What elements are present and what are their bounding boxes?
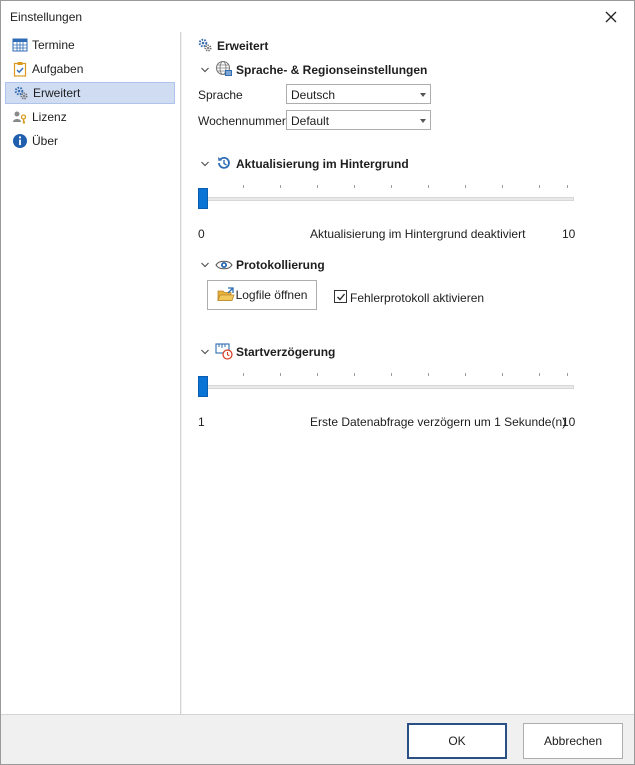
cancel-button[interactable]: Abbrechen <box>523 723 623 759</box>
dialog-footer: OK Abbrechen <box>1 714 634 764</box>
sidebar-item-label: Lizenz <box>32 110 67 124</box>
sidebar-item-label: Termine <box>32 38 75 52</box>
open-logfile-button[interactable]: Logfile öffnen <box>207 280 317 310</box>
section-title-language: Sprache- & Regionseinstellungen <box>236 63 428 77</box>
slider-tick <box>567 373 568 376</box>
slider-min-label: 1 <box>198 415 205 429</box>
slider-tick <box>243 185 244 188</box>
open-logfile-label: Logfile öffnen <box>235 288 308 302</box>
dropdown-arrow-icon <box>420 93 426 97</box>
sprache-dropdown[interactable]: Deutsch <box>286 84 431 104</box>
sprache-label: Sprache <box>198 88 243 102</box>
gears-icon <box>198 38 212 52</box>
calendar-grid-icon <box>12 38 28 52</box>
chevron-down-icon[interactable] <box>200 347 210 357</box>
slider-tick <box>391 373 392 376</box>
info-icon <box>13 134 27 148</box>
section-title-startup: Startverzögerung <box>236 345 336 359</box>
sidebar-item-label: Aufgaben <box>32 62 84 76</box>
sidebar-item-aufgaben[interactable]: Aufgaben <box>5 58 175 80</box>
startup-delay-slider[interactable] <box>198 370 574 400</box>
settings-content: Erweitert Sprache- & Regionseinstellunge… <box>182 32 634 714</box>
page-title: Erweitert <box>217 39 269 53</box>
sidebar-item-termine[interactable]: Termine <box>5 34 175 56</box>
slider-tick <box>354 373 355 376</box>
slider-tick <box>428 373 429 376</box>
close-button[interactable] <box>588 1 634 32</box>
slider-tick <box>465 185 466 188</box>
clipboard-check-icon <box>13 62 27 77</box>
slider-tick <box>317 373 318 376</box>
slider-tick <box>539 185 540 188</box>
history-refresh-icon <box>218 156 230 169</box>
slider-tick <box>428 185 429 188</box>
slider-tick <box>502 373 503 376</box>
sidebar-item-label: Erweitert <box>33 86 81 100</box>
close-icon <box>605 11 617 22</box>
ok-button[interactable]: OK <box>407 723 507 759</box>
slider-tick <box>280 185 281 188</box>
slider-tick <box>539 373 540 376</box>
slider-max-label: 10 <box>562 227 576 241</box>
slider-track <box>198 385 574 389</box>
wochennummer-label: Wochennummer <box>198 114 286 128</box>
wochennummer-value: Default <box>291 114 330 128</box>
section-title-background: Aktualisierung im Hintergrund <box>236 157 409 171</box>
settings-window: Einstellungen Termine Aufgaben Erweitert… <box>0 0 635 765</box>
error-log-label[interactable]: Fehlerprotokoll aktivieren <box>350 291 484 305</box>
timer-ruler-icon <box>215 343 233 360</box>
slider-track <box>198 197 574 201</box>
slider-tick <box>354 185 355 188</box>
startup-status-text: Erste Datenabfrage verzögern um 1 Sekund… <box>310 415 567 429</box>
chevron-down-icon[interactable] <box>200 65 210 75</box>
chevron-down-icon[interactable] <box>200 260 210 270</box>
chevron-down-icon[interactable] <box>200 159 210 169</box>
dropdown-arrow-icon <box>420 119 426 123</box>
window-title: Einstellungen <box>10 10 83 24</box>
slider-tick <box>465 373 466 376</box>
error-log-checkbox[interactable] <box>334 290 347 303</box>
sidebar-item-ueber[interactable]: Über <box>5 130 175 152</box>
title-bar: Einstellungen <box>1 1 634 32</box>
users-key-icon <box>13 111 27 124</box>
sidebar-item-label: Über <box>32 134 59 148</box>
section-title-logging: Protokollierung <box>236 258 325 272</box>
checkmark-icon <box>337 293 346 301</box>
slider-tick <box>243 373 244 376</box>
background-status-text: Aktualisierung im Hintergrund deaktivier… <box>310 227 526 241</box>
slider-tick <box>391 185 392 188</box>
slider-tick <box>317 185 318 188</box>
slider-tick <box>567 185 568 188</box>
slider-thumb[interactable] <box>198 376 208 397</box>
sidebar-item-erweitert[interactable]: Erweitert <box>5 82 175 104</box>
globe-settings-icon <box>215 60 232 76</box>
slider-thumb[interactable] <box>198 188 208 209</box>
slider-min-label: 0 <box>198 227 205 241</box>
wochennummer-dropdown[interactable]: Default <box>286 110 431 130</box>
slider-tick <box>502 185 503 188</box>
slider-max-label: 10 <box>562 415 576 429</box>
slider-tick <box>280 373 281 376</box>
folder-open-icon <box>217 287 235 301</box>
eye-icon <box>215 260 233 270</box>
cancel-label: Abbrechen <box>543 734 603 748</box>
sprache-value: Deutsch <box>291 88 336 102</box>
gears-icon <box>14 86 28 100</box>
ok-label: OK <box>448 734 466 748</box>
background-refresh-slider[interactable] <box>198 182 574 212</box>
sidebar: Termine Aufgaben Erweitert Lizenz Über <box>1 32 181 714</box>
sidebar-item-lizenz[interactable]: Lizenz <box>5 106 175 128</box>
